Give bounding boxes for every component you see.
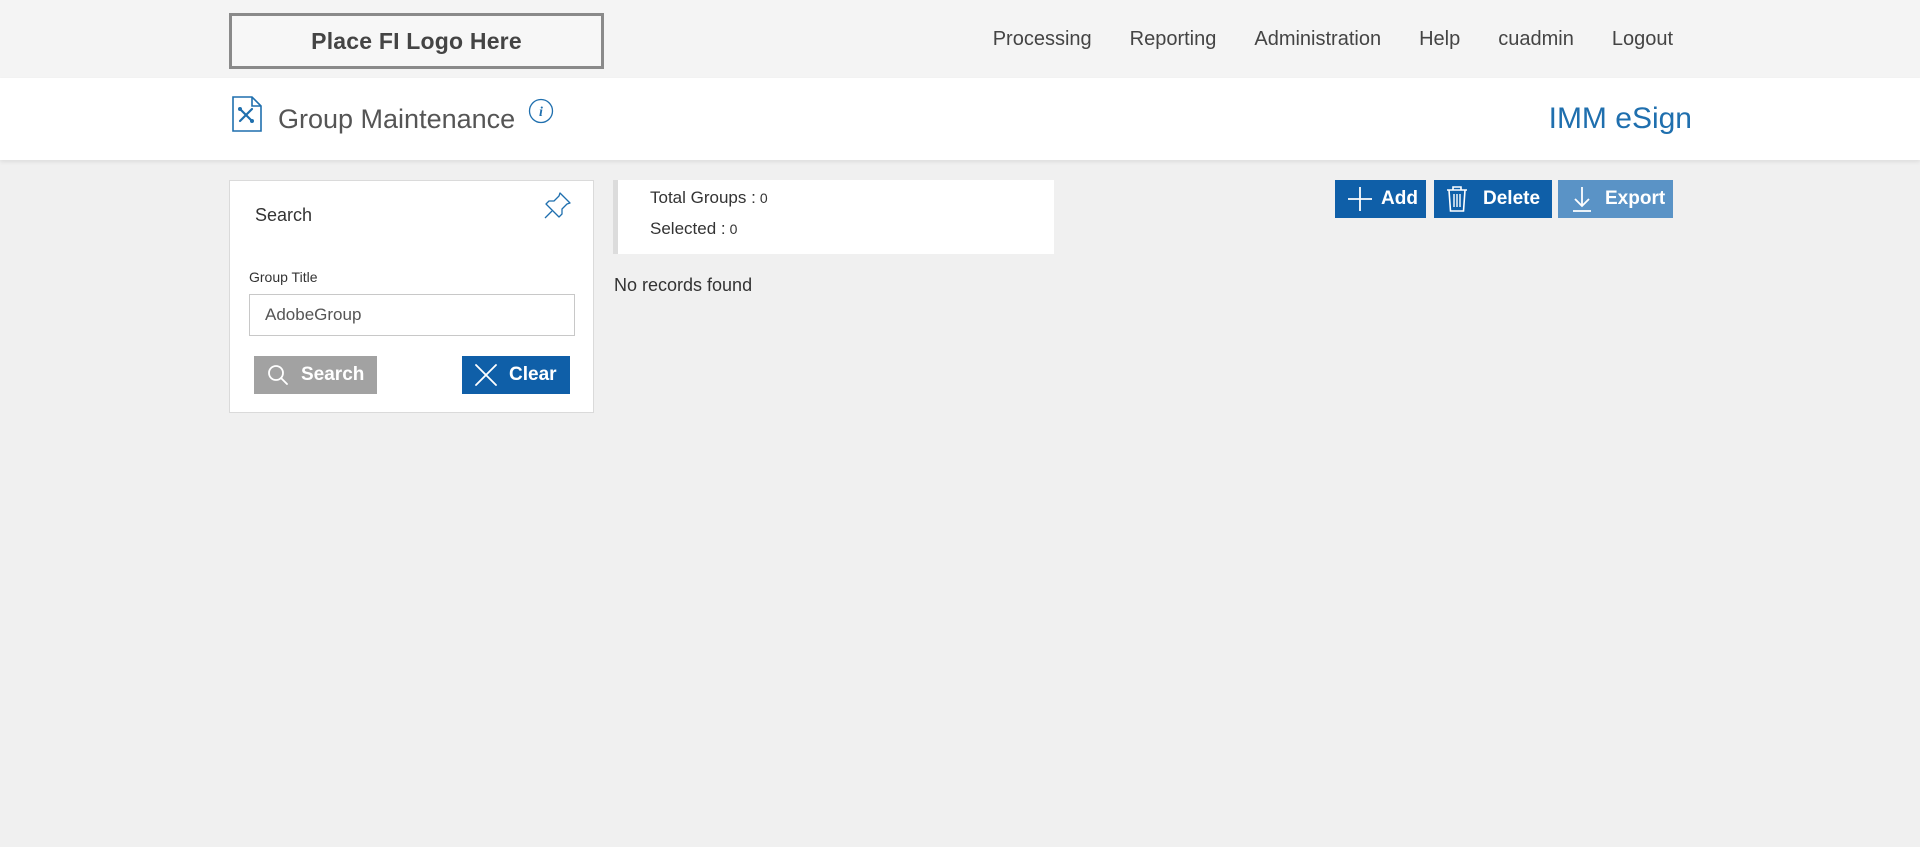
selected-label: Selected : (650, 219, 726, 238)
info-icon[interactable]: i (528, 98, 554, 124)
selected-count: 0 (729, 221, 738, 237)
document-tools-icon (232, 96, 262, 132)
search-button[interactable]: Search (254, 356, 377, 394)
group-title-label: Group Title (249, 269, 318, 285)
search-panel: Search Group Title Search Clear (229, 180, 594, 413)
nav-reporting[interactable]: Reporting (1130, 28, 1217, 51)
total-groups-count: 0 (759, 190, 768, 206)
search-icon (268, 365, 288, 385)
page-header: Group Maintenance i IMM eSign (0, 78, 1920, 160)
pin-icon[interactable] (543, 190, 573, 220)
nav-processing[interactable]: Processing (993, 28, 1092, 51)
close-icon (475, 364, 497, 386)
page-title: Group Maintenance (278, 104, 516, 134)
empty-results-message: No records found (614, 275, 753, 295)
trash-icon (1447, 186, 1467, 212)
plus-icon (1348, 187, 1372, 211)
main-nav: Processing Reporting Administration Help… (955, 28, 1673, 51)
export-button-label: Export (1605, 188, 1666, 209)
nav-logout[interactable]: Logout (1612, 28, 1673, 51)
group-title-input[interactable] (249, 294, 575, 336)
search-button-label: Search (301, 364, 365, 385)
results-summary: Total Groups :0 Selected :0 (613, 180, 1054, 254)
svg-text:i: i (539, 105, 543, 120)
fi-logo-placeholder[interactable]: Place FI Logo Here (229, 13, 604, 69)
clear-button-label: Clear (509, 364, 557, 385)
nav-user-cuadmin[interactable]: cuadmin (1498, 28, 1574, 51)
delete-button-label: Delete (1483, 188, 1541, 209)
delete-button[interactable]: Delete (1434, 180, 1552, 218)
total-groups: Total Groups :0 (650, 188, 768, 208)
add-button-label: Add (1381, 188, 1418, 209)
brand-name: IMM eSign (1548, 102, 1692, 135)
clear-button[interactable]: Clear (462, 356, 570, 394)
export-button[interactable]: Export (1558, 180, 1673, 218)
total-groups-label: Total Groups : (650, 188, 756, 207)
download-icon (1573, 187, 1591, 212)
nav-administration[interactable]: Administration (1254, 28, 1381, 51)
search-panel-title: Search (255, 205, 313, 225)
top-navigation-bar: Place FI Logo Here Processing Reporting … (0, 0, 1920, 78)
add-button[interactable]: Add (1335, 180, 1426, 218)
nav-help[interactable]: Help (1419, 28, 1460, 51)
selected-groups: Selected :0 (650, 219, 737, 239)
